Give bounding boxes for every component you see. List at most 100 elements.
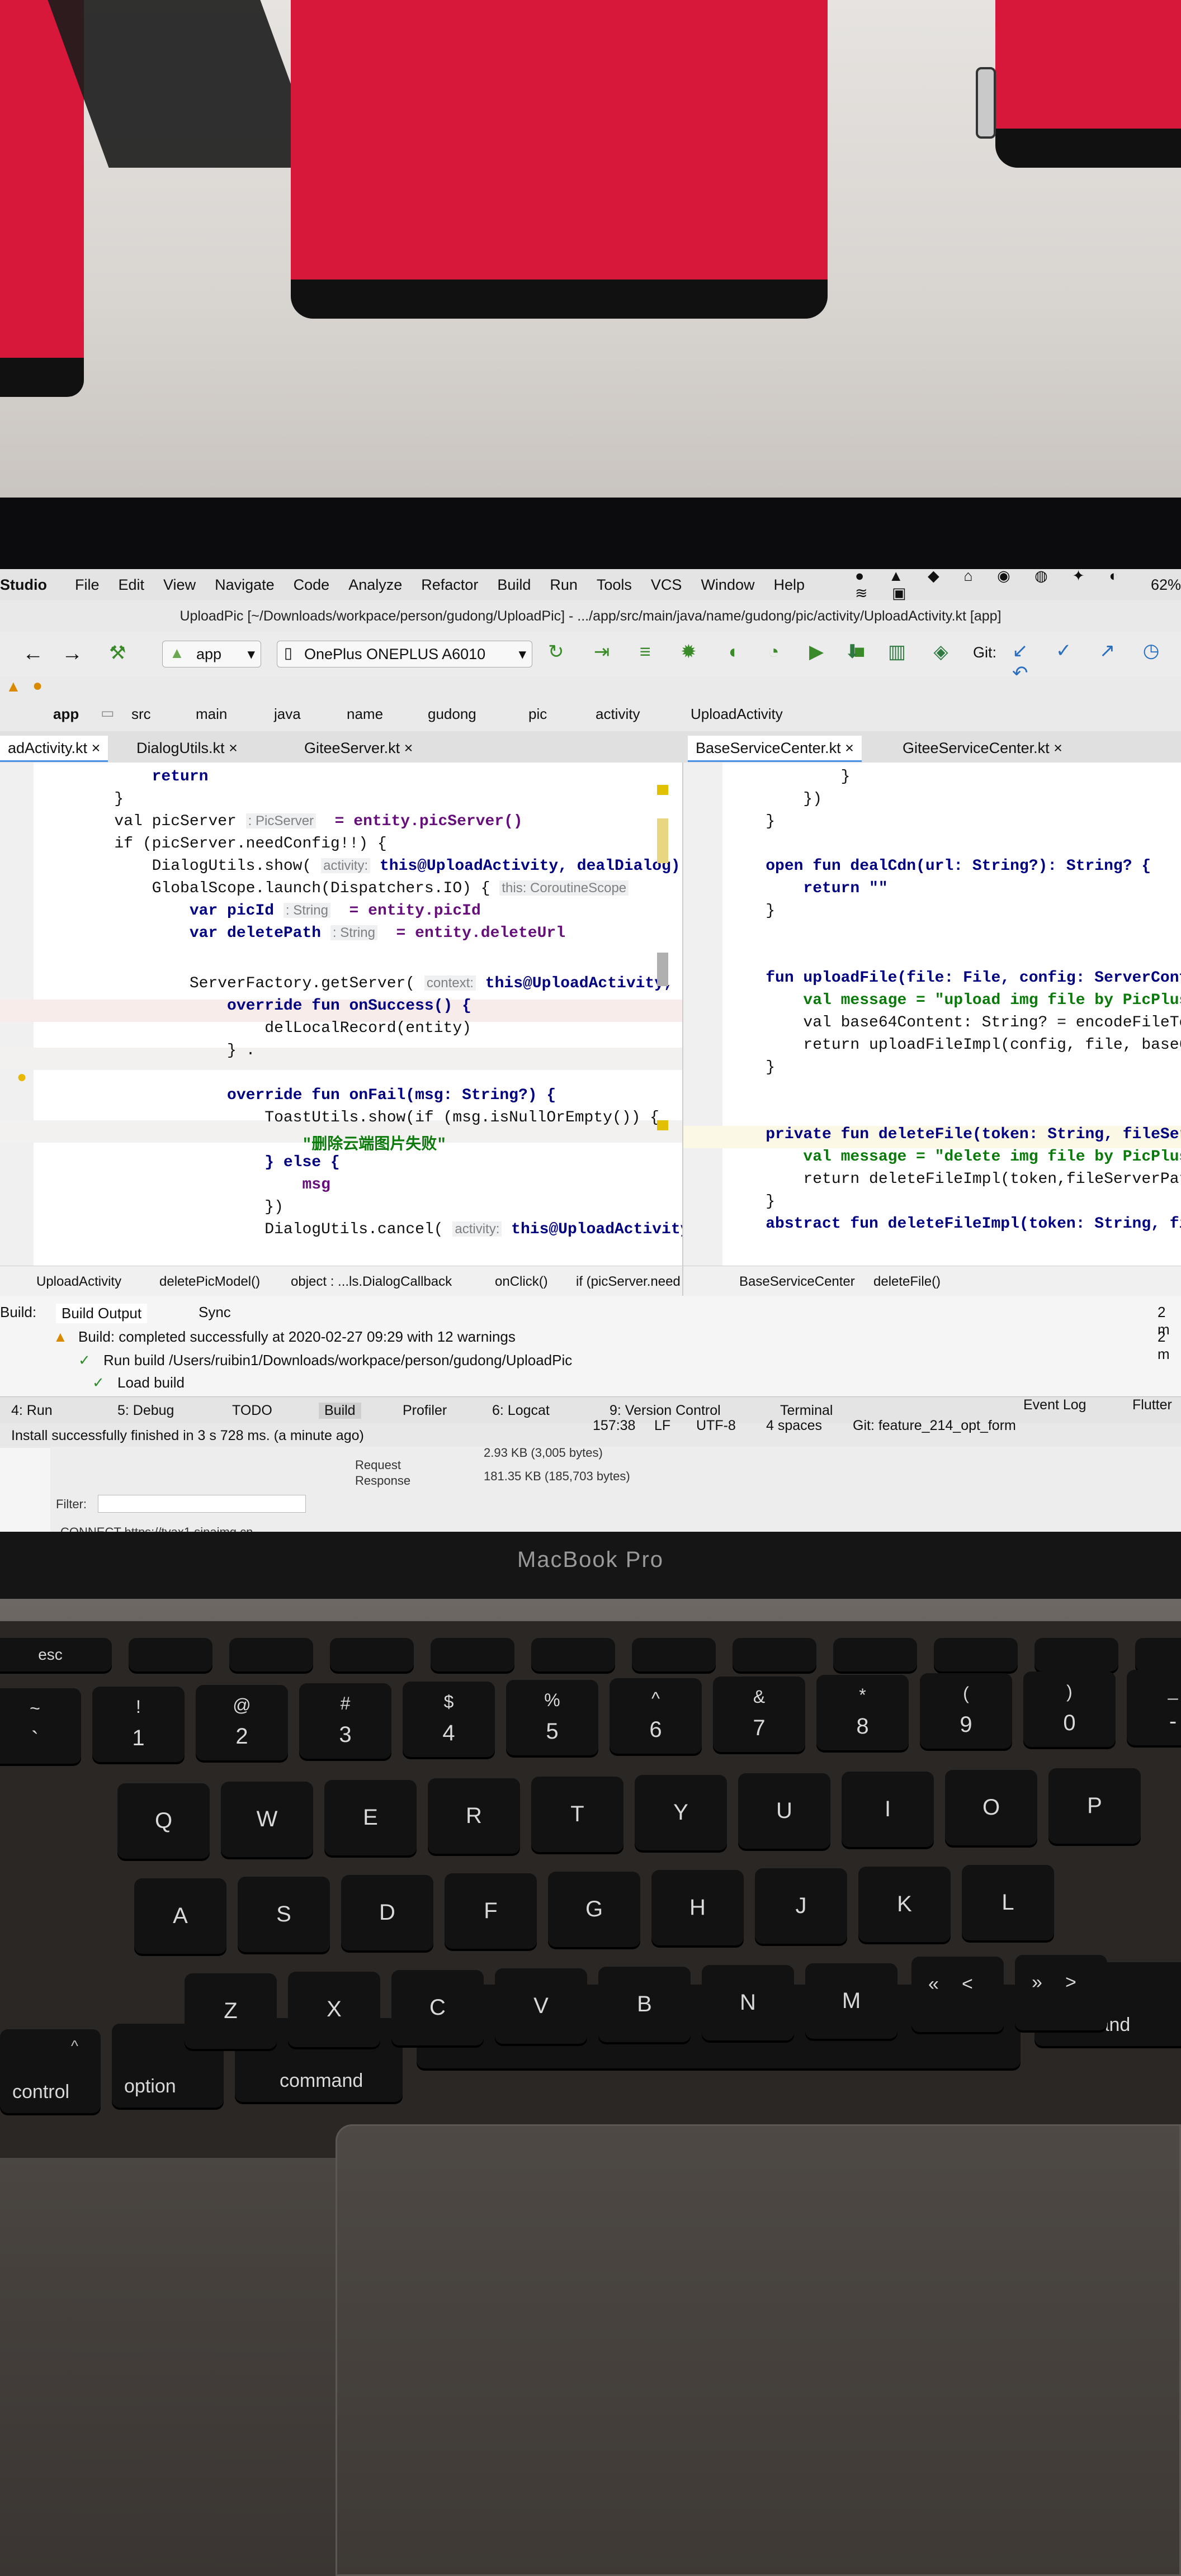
tab-sync[interactable]: Sync <box>199 1304 231 1321</box>
key-f8[interactable] <box>833 1638 917 1671</box>
menu-tools[interactable]: Tools <box>597 576 632 594</box>
menu-edit[interactable]: Edit <box>119 576 145 594</box>
tool-event-log[interactable]: Event Log <box>1023 1397 1086 1413</box>
nav-crumb[interactable]: onClick() <box>495 1274 548 1290</box>
tool-tab-terminal[interactable]: Terminal <box>780 1403 833 1419</box>
breadcrumb-item-activity[interactable]: activity <box>596 705 640 723</box>
tool-tab-debug[interactable]: 5: Debug <box>117 1403 174 1419</box>
device-select[interactable]: ▯ OnePlus ONEPLUS A6010 ▾ <box>277 641 532 667</box>
key-f6[interactable] <box>632 1638 716 1671</box>
breadcrumb-item-name[interactable]: name <box>347 705 383 723</box>
sdk-icons[interactable]: ⬇ ▥ ◈ <box>844 641 960 663</box>
menu-refactor[interactable]: Refactor <box>421 576 478 594</box>
key-num-2[interactable]: @2 <box>196 1685 288 1760</box>
key-num-7[interactable]: & 7 <box>713 1677 805 1752</box>
key-o[interactable]: O <box>945 1770 1037 1845</box>
key-num-4[interactable]: $4 <box>403 1682 495 1757</box>
tab-baseservicecenter[interactable]: BaseServiceCenter.kt × <box>688 736 862 762</box>
line-separator[interactable]: LF <box>654 1418 670 1434</box>
tool-tab-todo[interactable]: TODO <box>232 1403 272 1419</box>
key-g[interactable]: G <box>548 1872 640 1947</box>
menu-view[interactable]: View <box>163 576 196 594</box>
module-select[interactable]: ▲ app ▾ <box>162 641 261 667</box>
left-code-editor[interactable]: ● return } val picServer : PicServer = e… <box>0 763 682 1296</box>
menu-window[interactable]: Window <box>701 576 754 594</box>
key-f2[interactable] <box>229 1638 313 1671</box>
menu-build[interactable]: Build <box>497 576 531 594</box>
file-encoding[interactable]: UTF-8 <box>696 1418 736 1434</box>
tool-tab-profiler[interactable]: Profiler <box>403 1403 447 1419</box>
key-num-6[interactable]: ^ 6 <box>610 1678 702 1754</box>
key-a[interactable]: A <box>134 1878 226 1954</box>
hammer-icon[interactable]: ⚒ <box>109 642 126 664</box>
tool-tab-logcat[interactable]: 6: Logcat <box>492 1403 550 1419</box>
key-f10[interactable] <box>1034 1638 1118 1671</box>
key-period[interactable]: » > <box>1015 1955 1107 2030</box>
filter-input[interactable] <box>98 1495 306 1513</box>
key-num-3[interactable]: #3 <box>299 1683 391 1759</box>
key-f9[interactable] <box>934 1638 1018 1671</box>
key-num-0[interactable]: ~ ` <box>0 1688 81 1764</box>
tab-uploadactivity[interactable]: adActivity.kt × <box>0 736 108 762</box>
key-f11[interactable] <box>1135 1638 1181 1671</box>
tab-giteeservicecenter[interactable]: GiteeServiceCenter.kt × <box>895 736 1070 760</box>
key-j[interactable]: J <box>755 1868 847 1944</box>
key-f5[interactable] <box>531 1638 615 1671</box>
scrollbar-marks[interactable] <box>657 785 668 1243</box>
tab-dialogutils[interactable]: DialogUtils.kt × <box>129 736 245 760</box>
back-icon[interactable]: ← <box>22 642 44 666</box>
key-esc[interactable]: esc <box>0 1638 112 1671</box>
nav-crumb[interactable]: BaseServiceCenter <box>739 1274 855 1290</box>
key-q[interactable]: Q <box>117 1783 210 1859</box>
key-w[interactable]: W <box>221 1782 313 1857</box>
key-k[interactable]: K <box>858 1867 951 1942</box>
close-icon[interactable]: × <box>845 740 854 756</box>
key-t[interactable]: T <box>531 1777 623 1852</box>
forward-icon[interactable]: → <box>62 642 83 666</box>
key-e[interactable]: E <box>324 1780 417 1855</box>
nav-crumb[interactable]: UploadActivity <box>36 1274 121 1290</box>
indent-setting[interactable]: 4 spaces <box>766 1418 822 1434</box>
toolbar-action-icons[interactable]: ↻ ⇥ ≡ ✹ ◖ ◔ ▶ ■ <box>548 641 877 663</box>
key-i[interactable]: I <box>842 1772 934 1847</box>
key-f3[interactable] <box>330 1638 414 1671</box>
close-icon[interactable]: × <box>1054 740 1062 756</box>
key-d[interactable]: D <box>341 1875 433 1950</box>
key-b[interactable]: B <box>598 1967 691 2042</box>
key-num-8[interactable]: * 8 <box>816 1675 909 1750</box>
menu-studio[interactable]: Studio <box>0 576 47 594</box>
close-icon[interactable]: × <box>229 740 238 756</box>
key-f7[interactable] <box>733 1638 816 1671</box>
nav-crumb[interactable]: deletePicModel() <box>159 1274 260 1290</box>
breadcrumb-item-src[interactable]: src <box>131 705 151 723</box>
key-u[interactable]: U <box>738 1773 830 1849</box>
caret-position[interactable]: 157:38 <box>593 1418 635 1434</box>
breadcrumb-item-java[interactable]: java <box>274 705 301 723</box>
bulb-icon[interactable]: ● <box>17 1069 27 1088</box>
tool-tab-build[interactable]: Build <box>319 1403 361 1419</box>
right-code-editor[interactable]: } }) } open fun dealCdn(url: String?): S… <box>682 763 1181 1296</box>
key-s[interactable]: S <box>238 1877 330 1952</box>
menu-code[interactable]: Code <box>294 576 330 594</box>
trackpad[interactable] <box>336 2124 1181 2576</box>
nav-crumb[interactable]: if (picServer.need <box>576 1274 681 1290</box>
nav-crumb[interactable]: object : ...ls.DialogCallback <box>291 1274 452 1290</box>
key-p[interactable]: P <box>1048 1768 1141 1844</box>
key-x[interactable]: X <box>288 1972 380 2047</box>
breadcrumb-item-app[interactable]: app <box>53 705 79 723</box>
key-f4[interactable] <box>431 1638 514 1671</box>
key-f[interactable]: F <box>445 1873 537 1949</box>
breadcrumb-item-uploadactivity[interactable]: UploadActivity <box>691 705 783 723</box>
key-r[interactable]: R <box>428 1778 520 1854</box>
menu-help[interactable]: Help <box>773 576 805 594</box>
key-num-11[interactable]: _ - <box>1127 1670 1181 1745</box>
key-control[interactable]: ^ control <box>0 2029 101 2113</box>
key-y[interactable]: Y <box>635 1775 727 1850</box>
key-h[interactable]: H <box>651 1870 744 1945</box>
breadcrumb-item-gudong[interactable]: gudong <box>428 705 476 723</box>
key-n[interactable]: N <box>702 1965 794 2040</box>
key-c[interactable]: C <box>391 1970 484 2045</box>
breadcrumb-item-pic[interactable]: pic <box>528 705 547 723</box>
tool-tab-version-control[interactable]: 9: Version Control <box>610 1403 721 1419</box>
tab-giteeserver[interactable]: GiteeServer.kt × <box>296 736 421 760</box>
